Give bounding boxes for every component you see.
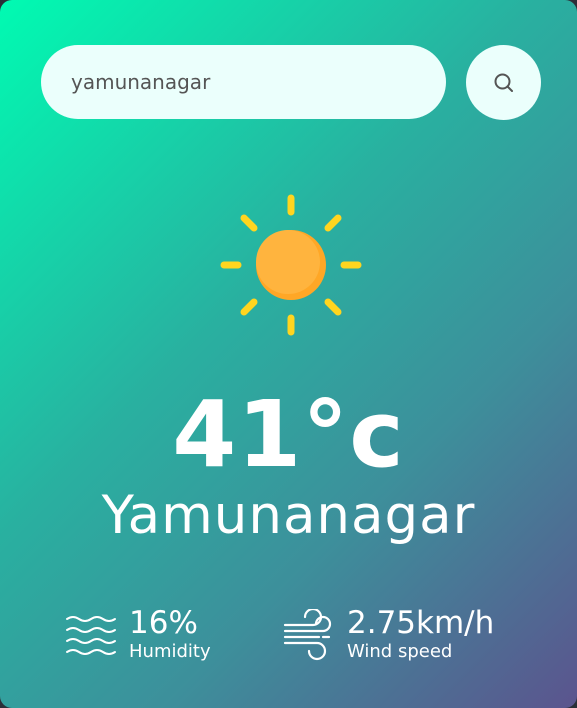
- search-button[interactable]: [466, 45, 541, 120]
- sun-icon: [220, 194, 362, 336]
- humidity-waves-icon: [66, 616, 116, 655]
- wind-icon: [283, 609, 332, 661]
- humidity-label: Humidity: [129, 641, 211, 662]
- temperature-readout: 41°c: [172, 381, 405, 488]
- wind-value: 2.75km/h: [347, 605, 495, 641]
- search-input[interactable]: [41, 45, 446, 119]
- humidity-value: 16%: [129, 605, 198, 641]
- humidity-metric: 16% Humidity: [65, 606, 211, 664]
- city-name: Yamunanagar: [101, 485, 476, 546]
- wind-text: 2.75km/h Wind speed: [347, 606, 494, 664]
- wind-metric: 2.75km/h Wind speed: [283, 606, 494, 664]
- wind-label: Wind speed: [347, 641, 453, 662]
- weather-card: 41°c Yamunanagar 16% Humidity: [0, 0, 577, 708]
- humidity-text: 16% Humidity: [129, 606, 211, 664]
- search-icon: [494, 73, 513, 92]
